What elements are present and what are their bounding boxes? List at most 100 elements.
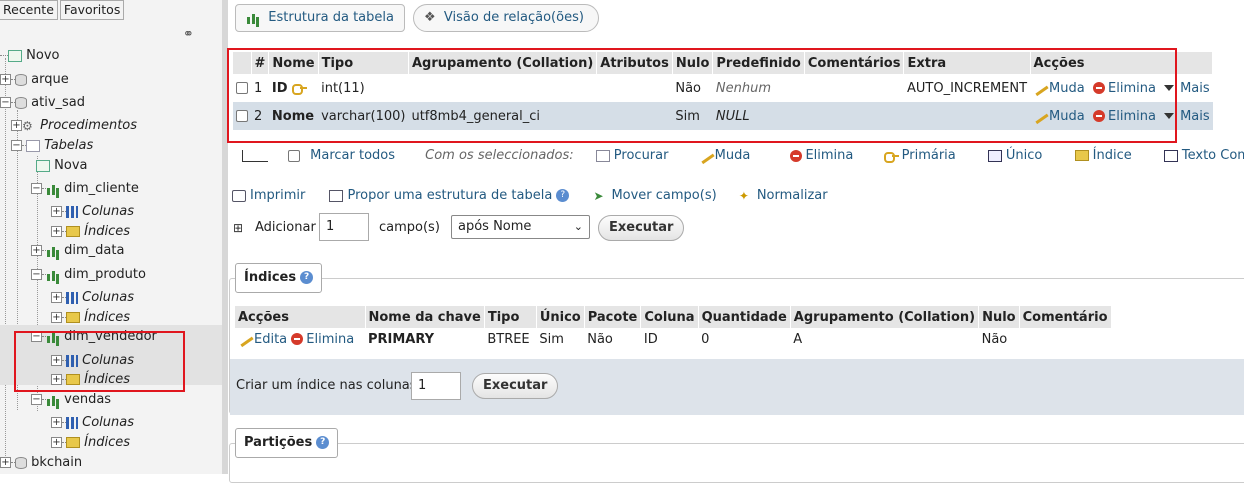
delete-icon [291, 333, 304, 345]
unique-button[interactable]: Único [987, 148, 1042, 163]
bulk-drop-button[interactable]: Elimina [790, 148, 853, 163]
partitions-legend[interactable]: Partições? [235, 428, 339, 458]
tree-label: bkchain [31, 455, 83, 470]
tree-item-new-db[interactable]: Novo [0, 46, 59, 66]
check-all-checkbox[interactable] [288, 149, 300, 162]
idx-header-collation: Agrupamento (Collation) [790, 306, 980, 328]
tree-item-dim-data[interactable]: + dim_data [31, 241, 124, 261]
tree-item-columns[interactable]: + Colunas [51, 413, 134, 433]
idx-collation: A [793, 331, 803, 347]
edit-label: Edita [254, 331, 288, 347]
help-icon[interactable]: ? [316, 436, 330, 449]
link-with-main-icon[interactable]: ⚭ [183, 27, 194, 42]
tree-item-bkchain[interactable]: + bkchain [0, 453, 82, 473]
collapse-icon[interactable]: − [31, 183, 42, 194]
database-icon [15, 96, 27, 109]
indexes-title: Índices [244, 270, 297, 285]
tree-label: Colunas [82, 204, 135, 219]
idx-unique: Sim [539, 331, 564, 347]
idx-column: ID [643, 331, 658, 347]
expand-icon[interactable]: + [51, 417, 62, 428]
collapse-icon[interactable]: − [11, 140, 22, 151]
primary-button[interactable]: Primária [883, 148, 956, 163]
browse-button[interactable]: Procurar [595, 148, 669, 163]
propose-structure-link[interactable]: Propor uma estrutura de tabela? [329, 188, 570, 203]
idx-header-keyname: Nome da chave [365, 306, 485, 328]
add-fields-go-button[interactable]: Executar [598, 215, 685, 241]
collapse-icon[interactable]: − [0, 97, 11, 108]
add-fields-count-input[interactable]: 1 [319, 213, 369, 241]
edit-index-link[interactable]: Edita [236, 330, 288, 348]
tree-label: ativ_sad [31, 95, 86, 110]
tree-item-new-table[interactable]: Nova [36, 156, 87, 176]
expand-icon[interactable]: + [51, 312, 62, 323]
drop-index-link[interactable]: Elimina [291, 332, 354, 347]
tree-item-columns[interactable]: + Colunas [51, 202, 134, 222]
tree-item-indexes[interactable]: + Índices [51, 433, 130, 453]
highlight-box-columns [227, 48, 1177, 143]
procedures-icon: ⚙ [22, 118, 33, 133]
create-index-go-button[interactable]: Executar [472, 373, 559, 399]
idx-header-column: Coluna [640, 306, 699, 328]
bulk-change-label: Muda [714, 148, 751, 163]
propose-icon [329, 189, 344, 202]
idx-header-comment: Comentário [1019, 306, 1112, 328]
nav-tabs: Recente Favoritos [0, 0, 126, 20]
move-columns-link[interactable]: ➤ Mover campo(s) [593, 188, 716, 203]
expand-icon[interactable]: + [11, 120, 22, 131]
expand-icon[interactable]: + [51, 206, 62, 217]
move-icon: ➤ [593, 188, 604, 203]
tree-item-indexes[interactable]: + Índices [51, 222, 130, 242]
browse-label: Procurar [613, 148, 669, 163]
check-all-label[interactable]: Marcar todos [310, 148, 395, 163]
collapse-icon[interactable]: − [31, 394, 42, 405]
tree-item-columns[interactable]: + Colunas [51, 288, 134, 308]
index-icon [1074, 150, 1089, 161]
tree-item-arque[interactable]: + arque [0, 70, 69, 90]
tree-label: Índices [84, 435, 130, 450]
idx-type: BTREE [487, 331, 530, 347]
magic-wand-icon: ✦ [738, 188, 749, 203]
add-fields-unit: campo(s) [379, 220, 440, 235]
tree-item-tables[interactable]: − Tabelas [11, 136, 93, 156]
select-arrow-icon: ⌄ [573, 220, 583, 233]
index-label: Índice [1092, 148, 1132, 163]
tree-item-dim-produto[interactable]: − dim_produto [31, 265, 146, 285]
expand-icon[interactable]: + [0, 457, 11, 468]
index-button[interactable]: Índice [1074, 148, 1132, 163]
arrow-up-left-icon [242, 149, 268, 162]
tab-recent[interactable]: Recente [0, 0, 58, 20]
tree-item-vendas[interactable]: − vendas [31, 390, 111, 410]
add-fields-position-select[interactable]: após Nome ⌄ [451, 215, 590, 239]
indexes-icon [66, 226, 80, 237]
normalize-link[interactable]: ✦ Normalizar [739, 188, 828, 203]
collapse-icon[interactable]: − [31, 269, 42, 280]
expand-icon[interactable]: + [0, 74, 11, 85]
fulltext-button[interactable]: Texto Completo [1163, 148, 1244, 163]
idx-comment [1019, 328, 1111, 350]
navigation-panel: Recente Favoritos ⚭ Novo + arque − ativ_… [0, 0, 222, 474]
tab-favorites[interactable]: Favoritos [59, 0, 125, 20]
relation-view-button[interactable]: ❖ Visão de relação(ões) [413, 4, 599, 32]
bulk-change-button[interactable]: Muda [697, 147, 751, 164]
help-icon[interactable]: ? [300, 271, 314, 284]
expand-icon[interactable]: + [51, 226, 62, 237]
idx-header-type: Tipo [484, 306, 537, 328]
tree-label: Novo [26, 48, 60, 63]
help-icon[interactable]: ? [556, 189, 570, 202]
idx-cardinality: 0 [701, 331, 710, 347]
tree-label: dim_cliente [64, 181, 139, 196]
table-structure-button[interactable]: Estrutura da tabela [235, 4, 405, 32]
expand-icon[interactable]: + [31, 245, 42, 256]
tree-item-dim-cliente[interactable]: − dim_cliente [31, 179, 139, 199]
tree-item-ativ-sad[interactable]: − ativ_sad [0, 93, 85, 113]
expand-icon[interactable]: + [51, 437, 62, 448]
tree-item-procedures[interactable]: +⚙ Procedimentos [11, 116, 137, 136]
create-index-count-input[interactable]: 1 [411, 372, 461, 400]
print-link[interactable]: Imprimir [232, 188, 305, 203]
tree-label: Nova [54, 158, 88, 173]
normalize-label: Normalizar [756, 188, 828, 203]
pencil-icon [697, 147, 715, 164]
print-label: Imprimir [250, 188, 306, 203]
expand-icon[interactable]: + [51, 292, 62, 303]
